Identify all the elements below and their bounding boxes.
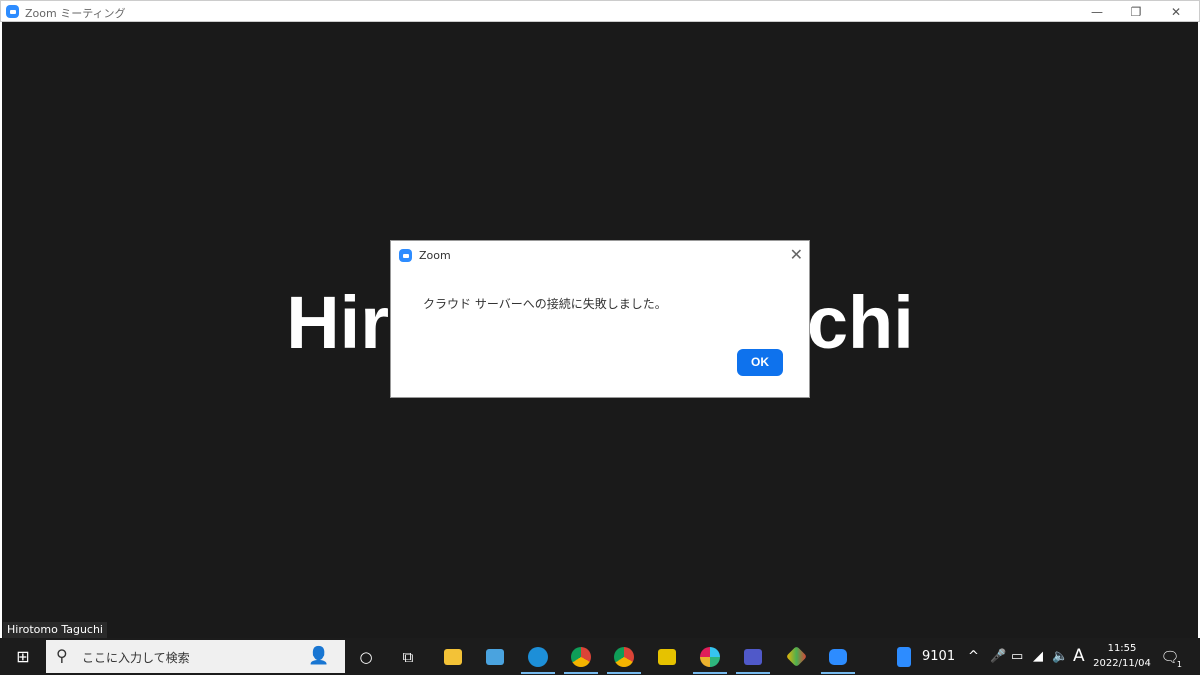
task-view-icon: ⧉ bbox=[402, 647, 414, 666]
chart-file-icon bbox=[897, 646, 911, 667]
clock-date: 2022/11/04 bbox=[1093, 658, 1151, 669]
search-highlight-icon: 👤 bbox=[308, 646, 330, 666]
dialog-close-button[interactable]: ✕ bbox=[790, 245, 803, 264]
search-placeholder: ここに入力して検索 bbox=[82, 651, 190, 665]
restore-button[interactable]: ❐ bbox=[1121, 3, 1151, 21]
clock-time: 11:55 bbox=[1107, 643, 1137, 654]
t-app-icon bbox=[658, 648, 676, 665]
zoom-icon bbox=[829, 648, 847, 665]
chrome-profile-button[interactable] bbox=[604, 638, 644, 675]
notification-center-button[interactable]: 🗨 1 bbox=[1150, 638, 1190, 675]
ok-button[interactable]: OK bbox=[737, 349, 783, 376]
chrome-icon bbox=[614, 646, 634, 667]
teams-button[interactable] bbox=[733, 638, 773, 675]
slack-button[interactable] bbox=[690, 638, 730, 675]
git-button[interactable] bbox=[776, 638, 816, 675]
ime-indicator[interactable]: A bbox=[1073, 638, 1085, 675]
clock[interactable]: 11:55 2022/11/04 bbox=[1092, 641, 1152, 671]
dialog-message: クラウド サーバーへの接続に失敗しました。 bbox=[423, 297, 667, 311]
chrome-button[interactable] bbox=[561, 638, 601, 675]
minimize-button[interactable]: — bbox=[1082, 3, 1112, 21]
windows-icon: ⊞ bbox=[16, 647, 30, 666]
show-hidden-icons-button[interactable]: ^ bbox=[968, 638, 979, 675]
microphone-icon[interactable]: 🎤 bbox=[990, 638, 1006, 675]
file-explorer-button[interactable] bbox=[433, 638, 473, 675]
notification-count: 1 bbox=[1176, 660, 1182, 669]
edge-icon bbox=[528, 646, 548, 667]
close-window-button[interactable]: ✕ bbox=[1161, 3, 1191, 21]
zoom-logo-icon bbox=[6, 5, 19, 18]
error-dialog: Zoom ✕ クラウド サーバーへの接続に失敗しました。 OK bbox=[390, 240, 810, 398]
app-icon bbox=[486, 648, 504, 665]
participant-name-tag: Hirotomo Taguchi bbox=[3, 622, 107, 638]
folder-icon bbox=[444, 648, 462, 665]
chrome-icon bbox=[571, 646, 591, 667]
edge-button[interactable] bbox=[518, 638, 558, 675]
wifi-icon[interactable]: ◢ bbox=[1033, 638, 1043, 675]
taskbar: ⊞ ⚲ ここに入力して検索 👤 ○ ⧉ 9101 ^ 🎤 ▭ ◢ 🔈 A 11:… bbox=[0, 638, 1200, 675]
window-titlebar: Zoom ミーティング — ❐ ✕ bbox=[0, 0, 1200, 22]
search-box[interactable]: ⚲ ここに入力して検索 👤 bbox=[46, 640, 345, 673]
zoom-taskbar-button[interactable] bbox=[818, 638, 858, 675]
battery-icon[interactable]: ▭ bbox=[1011, 638, 1023, 675]
search-icon: ⚲ bbox=[56, 646, 68, 665]
volume-icon[interactable]: 🔈 bbox=[1052, 638, 1068, 675]
git-icon bbox=[785, 645, 807, 668]
cortana-button[interactable]: ○ bbox=[346, 638, 386, 675]
zoom-logo-icon bbox=[399, 249, 412, 262]
tray-app-button[interactable] bbox=[884, 638, 924, 675]
task-view-button[interactable]: ⧉ bbox=[388, 638, 428, 675]
t-app-button[interactable] bbox=[647, 638, 687, 675]
teams-icon bbox=[744, 648, 762, 665]
start-button[interactable]: ⊞ bbox=[3, 638, 43, 675]
circle-icon: ○ bbox=[359, 647, 373, 666]
app-button[interactable] bbox=[475, 638, 515, 675]
window-title: Zoom ミーティング bbox=[25, 7, 126, 20]
slack-icon bbox=[700, 646, 720, 667]
tray-app-label: 9101 bbox=[922, 649, 956, 664]
dialog-title: Zoom bbox=[419, 249, 451, 262]
